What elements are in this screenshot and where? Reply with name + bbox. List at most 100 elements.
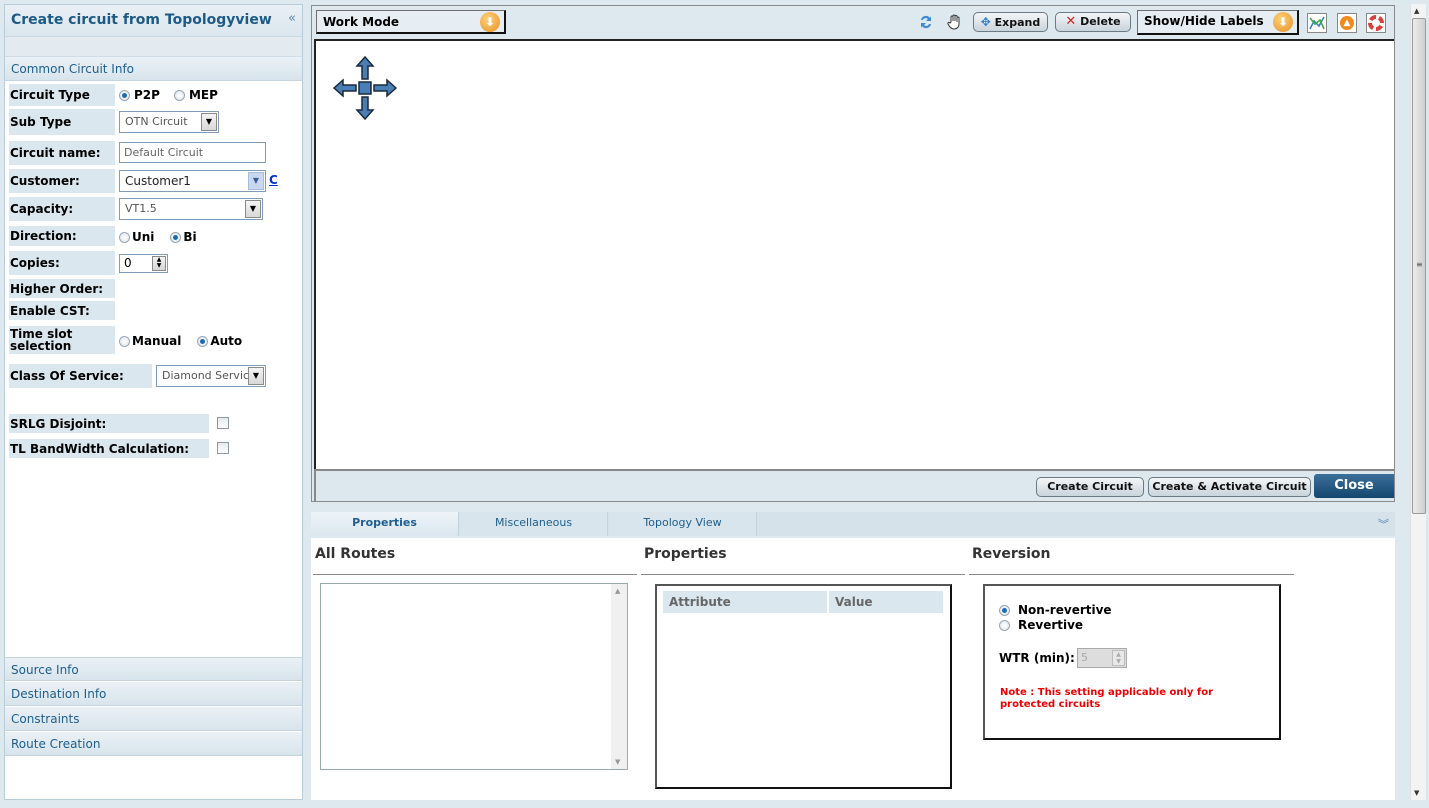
customer-create-link[interactable]: C <box>269 173 278 187</box>
topology-canvas[interactable] <box>314 39 1394 469</box>
topology-canvas-panel: Work Mode ⬇ ✥ Expand ✕ Delete Show/Hide … <box>311 5 1395 502</box>
time-slot-label: Time slot selection <box>9 326 115 354</box>
customer-value: Customer1 <box>125 174 191 188</box>
non-revertive-label: Non-revertive <box>1018 603 1112 617</box>
circuit-name-label: Circuit name: <box>9 141 115 165</box>
tab-topology-view[interactable]: Topology View <box>609 512 757 536</box>
reversion-title: Reversion <box>972 546 1051 562</box>
expand-button[interactable]: ✥ Expand <box>973 12 1048 32</box>
routes-scrollbar[interactable]: ▲ ▼ <box>611 584 627 769</box>
revertive-label: Revertive <box>1018 618 1084 632</box>
dropdown-arrow-icon: ⬇ <box>1273 12 1293 32</box>
customer-select[interactable]: Customer1 ▼ <box>119 170 266 192</box>
divider <box>641 574 965 575</box>
divider <box>969 574 1294 575</box>
chevron-down-icon: ▼ <box>201 113 217 131</box>
capacity-value: VT1.5 <box>125 202 157 215</box>
circuit-type-label: Circuit Type <box>9 84 115 106</box>
chevron-down-icon: ▼ <box>248 367 264 385</box>
scroll-up-icon[interactable]: ▲ <box>1414 7 1419 15</box>
sub-type-select[interactable]: OTN Circuit ▼ <box>119 111 219 133</box>
collapse-tabs-icon[interactable]: ︾ <box>1378 516 1389 532</box>
enable-cst-label: Enable CST: <box>9 301 115 320</box>
create-activate-circuit-button[interactable]: Create & Activate Circuit <box>1148 477 1311 497</box>
alarm-bell-icon[interactable]: ▲ <box>1337 13 1357 33</box>
direction-label: Direction: <box>9 226 115 246</box>
create-circuit-button[interactable]: Create Circuit <box>1036 477 1144 497</box>
wtr-value: 5 <box>1081 651 1088 664</box>
reversion-note: Note : This setting applicable only for … <box>1000 687 1214 710</box>
grip-icon: ≡ <box>1416 260 1423 269</box>
hand-pan-icon[interactable] <box>945 12 965 32</box>
accordion-constraints[interactable]: Constraints <box>5 707 302 731</box>
circuit-name-input[interactable]: Default Circuit <box>119 142 266 163</box>
column-header-attribute: Attribute <box>663 591 827 613</box>
properties-tab-content: All Routes ▲ ▼ Properties Attribute Valu… <box>311 538 1395 800</box>
radio-bi[interactable] <box>170 231 182 243</box>
panel-title: Create circuit from Topologyview <box>11 12 272 28</box>
page-scrollbar[interactable]: ▲ ≡ ▼ <box>1410 4 1426 800</box>
copies-stepper[interactable]: 0 ▲ ▼ <box>119 254 168 273</box>
properties-table: Attribute Value <box>655 584 952 789</box>
scroll-down-icon[interactable]: ▼ <box>1414 789 1419 797</box>
customer-label: Customer: <box>9 169 115 193</box>
accordion-common-circuit-info[interactable]: Common Circuit Info <box>5 57 302 81</box>
bi-label: Bi <box>183 230 197 244</box>
radio-non-revertive[interactable] <box>999 604 1010 616</box>
stepper-arrows-icon[interactable]: ▲ ▼ <box>152 256 166 271</box>
srlg-label: SRLG Disjoint: <box>9 414 209 433</box>
wtr-stepper: 5 ▲ ▼ <box>1077 648 1127 668</box>
scroll-up-icon[interactable]: ▲ <box>615 587 620 595</box>
topology-graph-icon[interactable] <box>1307 13 1327 33</box>
properties-title: Properties <box>644 546 727 562</box>
scrollbar-thumb[interactable]: ≡ <box>1412 18 1426 514</box>
column-header-value: Value <box>829 591 943 613</box>
tl-bandwidth-checkbox[interactable] <box>217 442 229 454</box>
radio-revertive[interactable] <box>999 619 1010 631</box>
collapse-panel-icon[interactable]: « <box>288 11 296 26</box>
accordion-route-creation[interactable]: Route Creation <box>5 732 302 756</box>
delete-button[interactable]: ✕ Delete <box>1055 12 1131 32</box>
left-panel-header: Create circuit from Topologyview « <box>5 5 302 37</box>
delete-x-icon: ✕ <box>1065 14 1077 29</box>
radio-mep[interactable] <box>173 89 185 101</box>
wtr-label: WTR (min): <box>999 651 1075 665</box>
accordion-destination-info[interactable]: Destination Info <box>5 682 302 706</box>
scroll-down-icon[interactable]: ▼ <box>615 758 620 766</box>
help-lifebuoy-icon[interactable] <box>1366 13 1386 33</box>
action-bar: Create Circuit Create & Activate Circuit… <box>314 469 1394 501</box>
accordion-source-info[interactable]: Source Info <box>5 657 302 681</box>
tab-properties[interactable]: Properties <box>311 512 459 536</box>
work-mode-label: Work Mode <box>323 15 400 29</box>
dropdown-arrow-icon: ⬇ <box>480 12 500 32</box>
tab-miscellaneous[interactable]: Miscellaneous <box>460 512 608 536</box>
class-of-service-select[interactable]: Diamond Service ▼ <box>156 365 266 387</box>
mep-label: MEP <box>188 88 218 102</box>
refresh-icon[interactable] <box>916 12 936 32</box>
expand-icon: ✥ <box>980 15 991 29</box>
radio-uni[interactable] <box>119 231 130 243</box>
close-button[interactable]: Close <box>1314 474 1394 498</box>
radio-manual[interactable] <box>119 335 130 347</box>
auto-label: Auto <box>210 334 243 348</box>
work-mode-dropdown[interactable]: Work Mode ⬇ <box>316 10 506 34</box>
class-of-service-label: Class Of Service: <box>9 364 152 388</box>
bottom-tabs: Properties Miscellaneous Topology View ︾ <box>311 512 1395 536</box>
chevron-down-icon: ▼ <box>245 200 261 218</box>
capacity-select[interactable]: VT1.5 ▼ <box>119 198 263 220</box>
radio-auto[interactable] <box>197 335 209 347</box>
srlg-checkbox[interactable] <box>217 417 229 429</box>
pan-control-icon[interactable] <box>332 55 398 124</box>
capacity-label: Capacity: <box>9 197 115 221</box>
common-circuit-info-form: Circuit Type P2P MEP Sub Type OTN Circui… <box>5 81 302 657</box>
show-hide-labels-dropdown[interactable]: Show/Hide Labels ⬇ <box>1137 10 1299 35</box>
show-hide-labels-label: Show/Hide Labels <box>1144 14 1264 28</box>
chevron-down-icon: ▼ <box>248 172 264 190</box>
class-of-service-value: Diamond Service <box>162 369 256 382</box>
all-routes-list[interactable]: ▲ ▼ <box>320 583 628 770</box>
reversion-box: Non-revertive Revertive WTR (min): 5 ▲ ▼ … <box>983 584 1281 740</box>
uni-label: Uni <box>132 230 155 244</box>
tl-bandwidth-label: TL BandWidth Calculation: <box>9 439 209 458</box>
radio-p2p[interactable] <box>119 89 130 101</box>
stepper-arrows-icon: ▲ ▼ <box>1112 650 1125 666</box>
